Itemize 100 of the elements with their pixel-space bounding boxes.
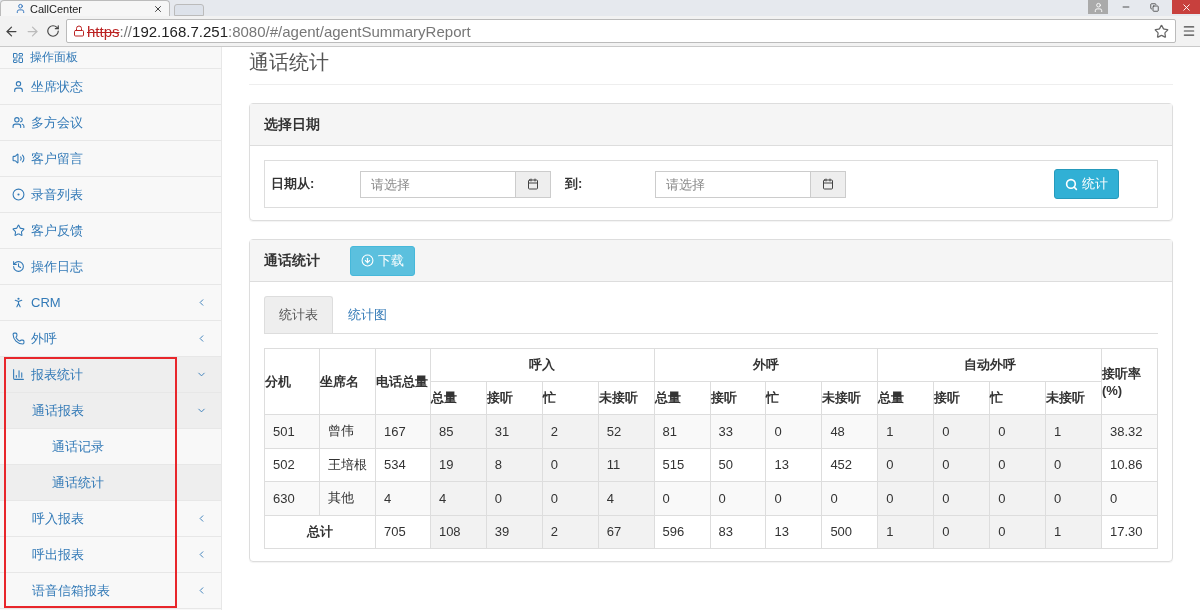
table-cell: 52 <box>598 414 655 448</box>
column-header: 坐席名 <box>319 348 376 415</box>
table-cell: 515 <box>654 448 711 482</box>
lock-icon <box>73 25 85 37</box>
reload-icon[interactable] <box>46 24 60 38</box>
url-text: https://192.168.7.251:8080/#/agent/agentSummaryReport <box>87 22 471 40</box>
table-cell: 17.30 <box>1101 515 1158 549</box>
column-header: 总量 <box>430 381 487 415</box>
table-cell: 0 <box>877 448 934 482</box>
address-bar[interactable]: https://192.168.7.251:8080/#/agent/agentSummaryReport <box>66 19 1176 43</box>
table-cell: 4 <box>598 481 655 515</box>
table-cell: 705 <box>375 515 431 549</box>
table-cell: 502 <box>264 448 320 482</box>
column-header: 忙 <box>765 381 822 415</box>
close-icon[interactable] <box>1172 0 1200 14</box>
browser-tab[interactable]: CallCenter <box>0 0 170 16</box>
table-cell: 108 <box>430 515 487 549</box>
table-cell: 0 <box>989 515 1046 549</box>
table-cell: 452 <box>821 448 878 482</box>
table-cell: 1 <box>877 515 934 549</box>
download-icon <box>361 254 374 267</box>
table-cell: 630 <box>264 481 320 515</box>
star-icon[interactable] <box>1154 23 1169 39</box>
search-button[interactable]: 统计 <box>1054 169 1119 199</box>
table-cell: 0 <box>933 414 990 448</box>
table-cell: 11 <box>598 448 655 482</box>
table-cell: 0 <box>877 481 934 515</box>
table-cell: 83 <box>710 515 766 549</box>
sidebar-item[interactable]: 报表统计 <box>0 357 221 393</box>
table-cell: 0 <box>1045 481 1102 515</box>
table-cell: 0 <box>933 448 990 482</box>
field-label: 到: <box>565 175 584 193</box>
column-header: 忙 <box>542 381 599 415</box>
column-header: 总量 <box>654 381 711 415</box>
close-icon[interactable] <box>153 3 163 14</box>
page-title: 通话统计 <box>249 47 1173 85</box>
column-header: 自动外呼 <box>877 348 1102 382</box>
table-cell: 0 <box>1045 448 1102 482</box>
table-cell: 0 <box>654 481 711 515</box>
table-cell: 81 <box>654 414 711 448</box>
table-cell: 2 <box>542 414 599 448</box>
tab[interactable]: 统计表 <box>264 296 333 333</box>
field-label: 日期从: <box>271 175 316 193</box>
table-cell: 19 <box>430 448 487 482</box>
column-header: 忙 <box>989 381 1046 415</box>
table-cell: 67 <box>598 515 655 549</box>
table-cell: 0 <box>542 448 599 482</box>
table-cell: 596 <box>654 515 711 549</box>
table-cell: 其他 <box>319 481 376 515</box>
table-cell: 曾伟 <box>319 414 376 448</box>
user-icon <box>15 3 26 14</box>
table-cell: 48 <box>821 414 878 448</box>
calendar-icon[interactable] <box>822 178 834 190</box>
date-field[interactable]: 请选择 <box>655 170 811 198</box>
table-cell: 0 <box>989 414 1046 448</box>
column-header: 总量 <box>877 381 934 415</box>
table-cell: 39 <box>486 515 543 549</box>
column-header: 接听率(%) <box>1101 348 1158 415</box>
table-cell: 0 <box>765 481 822 515</box>
panel-title: 选择日期 <box>264 115 320 134</box>
column-header: 电话总量 <box>375 348 431 415</box>
column-header: 接听 <box>486 381 543 415</box>
table-cell: 31 <box>486 414 543 448</box>
table-cell: 501 <box>264 414 320 448</box>
table-cell: 0 <box>765 414 822 448</box>
table-cell: 4 <box>375 481 431 515</box>
column-header: 接听 <box>710 381 766 415</box>
table-cell: 13 <box>765 515 822 549</box>
table-cell: 0 <box>989 448 1046 482</box>
column-header: 未接听 <box>598 381 655 415</box>
table-cell: 13 <box>765 448 822 482</box>
column-header: 呼入 <box>430 348 655 382</box>
table-cell: 50 <box>710 448 766 482</box>
table-cell: 0 <box>821 481 878 515</box>
column-header: 分机 <box>264 348 320 415</box>
date-field[interactable]: 请选择 <box>360 170 516 198</box>
table-cell: 167 <box>375 414 431 448</box>
back-icon[interactable] <box>4 23 19 39</box>
search-icon <box>1065 177 1078 191</box>
table-cell: 0 <box>933 515 990 549</box>
column-header: 外呼 <box>654 348 878 382</box>
table-cell: 10.86 <box>1101 448 1158 482</box>
table-cell: 33 <box>710 414 766 448</box>
table-cell: 534 <box>375 448 431 482</box>
table-cell: 2 <box>542 515 599 549</box>
sidebar-item[interactable]: 通话报表 <box>0 393 221 429</box>
table-cell: 1 <box>877 414 934 448</box>
table-cell: 0 <box>710 481 766 515</box>
panel-title: 通话统计 <box>264 251 320 270</box>
table-cell: 1 <box>1045 414 1102 448</box>
sidebar-item[interactable]: 通话统计 <box>0 465 221 501</box>
table-cell: 0 <box>933 481 990 515</box>
calendar-icon[interactable] <box>527 178 539 190</box>
table-cell: 4 <box>430 481 487 515</box>
table-cell: 总计 <box>264 515 376 549</box>
tab[interactable]: 统计图 <box>333 296 402 333</box>
table-cell: 0 <box>1101 481 1158 515</box>
column-header: 未接听 <box>821 381 878 415</box>
table-cell: 0 <box>989 481 1046 515</box>
table-cell: 8 <box>486 448 543 482</box>
